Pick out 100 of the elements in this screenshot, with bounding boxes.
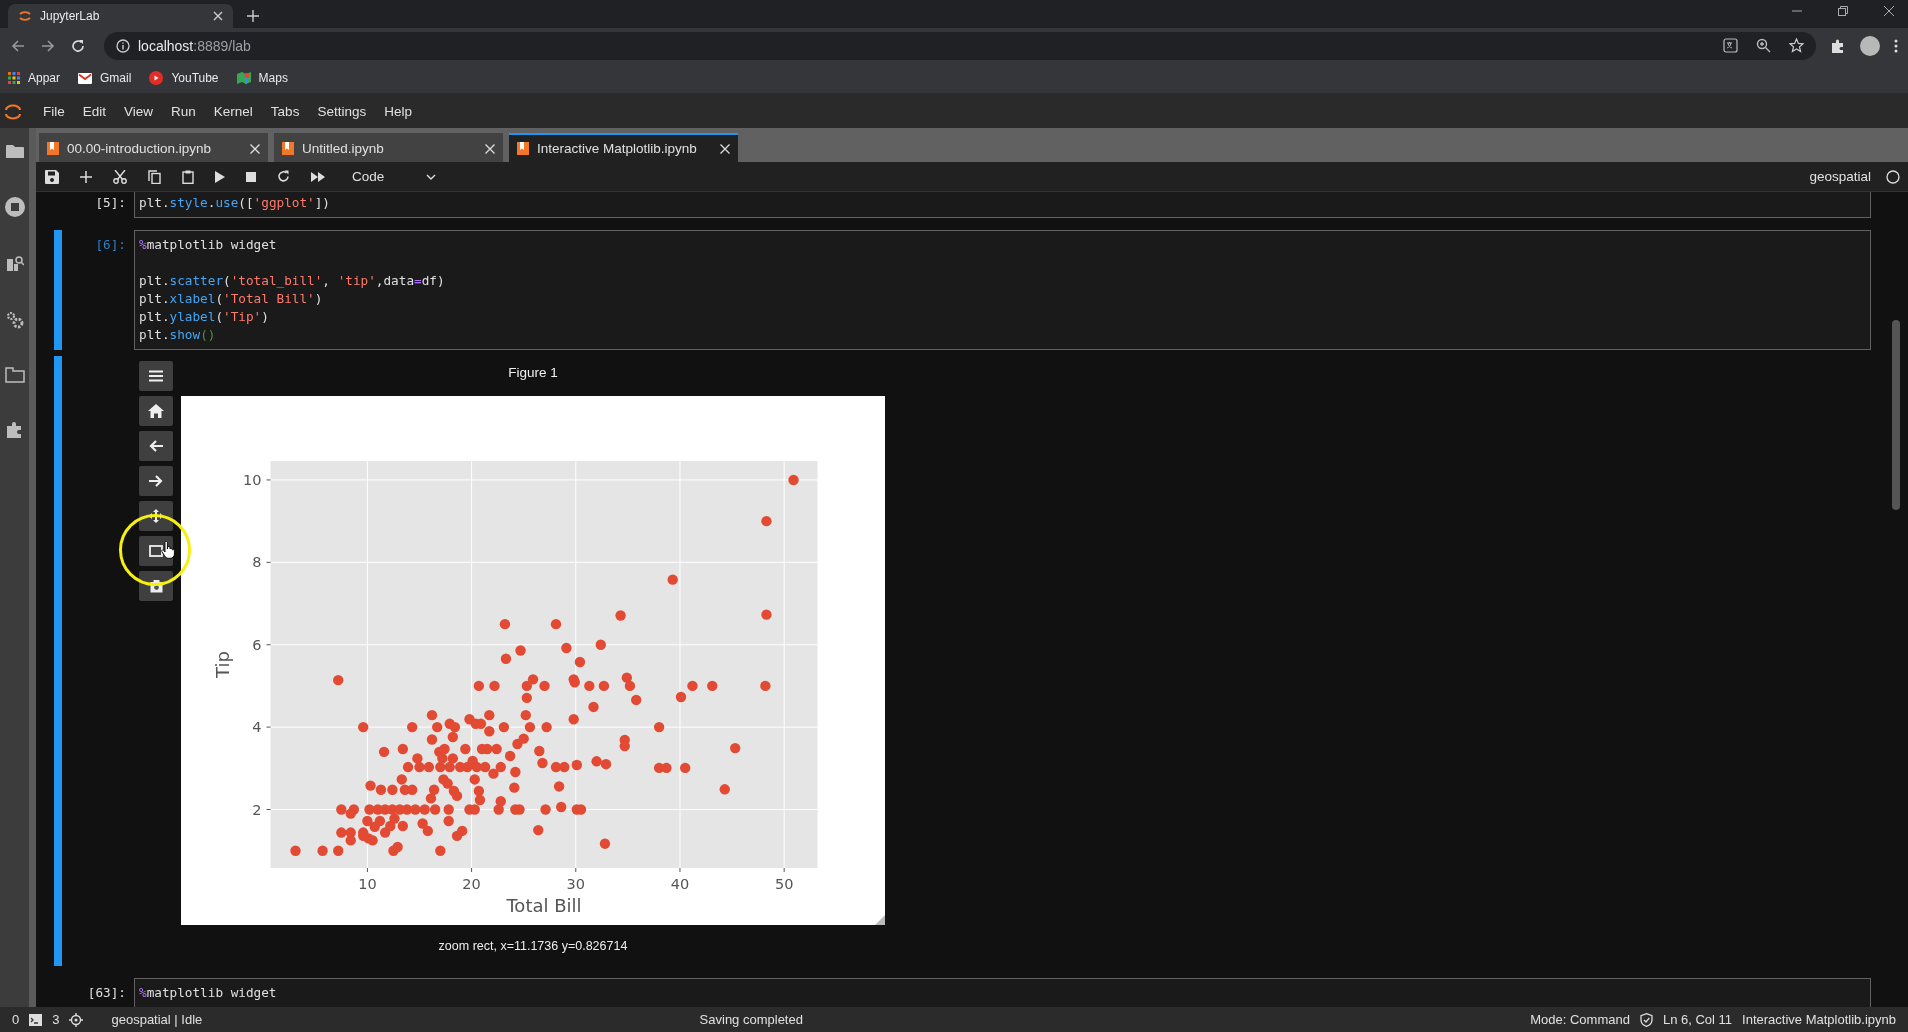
restore-icon[interactable]: [1838, 6, 1848, 16]
execution-count: [63]:: [86, 984, 127, 1002]
menu-item[interactable]: Run: [162, 104, 205, 119]
cell-type-dropdown[interactable]: Code: [348, 167, 441, 186]
menu-icon: [149, 370, 163, 382]
apps-grid-icon: [8, 72, 20, 84]
bookmark[interactable]: YouTube: [149, 71, 219, 85]
back-button[interactable]: [139, 431, 173, 461]
star-icon[interactable]: [1789, 38, 1804, 53]
menu-item[interactable]: Tabs: [261, 104, 309, 119]
zoom-icon[interactable]: [1756, 38, 1771, 53]
stop-icon[interactable]: [246, 171, 256, 182]
bookmark[interactable]: Appar: [8, 71, 61, 85]
active-cell-bar[interactable]: [54, 356, 62, 966]
back-icon[interactable]: [10, 37, 26, 54]
stop-circle-icon[interactable]: [4, 197, 25, 217]
tab-window-icon[interactable]: [4, 367, 25, 383]
menu-item[interactable]: Settings: [308, 104, 376, 119]
execution-count: [5]:: [94, 194, 127, 212]
save-icon[interactable]: [45, 169, 59, 184]
bookmark-label: Appar: [28, 71, 61, 85]
bookmark[interactable]: Maps: [236, 71, 288, 85]
figure-status-message: zoom rect, x=11.1736 y=0.826714: [437, 939, 629, 953]
right-arrow-icon: [149, 475, 163, 487]
paste-icon[interactable]: [182, 169, 194, 184]
notebook-tab[interactable]: 00.00-introduction.ipynb: [39, 133, 268, 162]
notebook-icon: [282, 142, 294, 155]
command-palette-icon[interactable]: [5, 255, 24, 273]
left-arrow-icon: [149, 440, 163, 452]
close-icon[interactable]: [1884, 6, 1894, 16]
cursor-position[interactable]: Ln 6, Col 11: [1662, 1012, 1733, 1027]
file-name: Interactive Matplotlib.ipynb: [1742, 1012, 1896, 1027]
y-tick-label: 10: [243, 471, 262, 488]
menu-item[interactable]: View: [115, 104, 163, 119]
active-cell-bar[interactable]: [54, 230, 62, 350]
kernel-status[interactable]: geospatial | Idle: [111, 1012, 203, 1027]
resize-handle[interactable]: [875, 915, 885, 925]
terminal-count: 0: [12, 1012, 20, 1027]
y-tick-label: 2: [252, 801, 262, 818]
menu-item[interactable]: Kernel: [204, 104, 262, 119]
address-field[interactable]: localhost:8889/lab: [104, 31, 1816, 60]
notebook-tab[interactable]: Interactive Matplotlib.ipynb: [509, 133, 738, 162]
status-message: Saving completed: [698, 1012, 804, 1027]
close-icon[interactable]: [213, 11, 223, 21]
run-icon[interactable]: [215, 170, 225, 183]
y-tick-label: 6: [252, 636, 262, 653]
x-tick-label: 30: [566, 876, 585, 892]
zoom-rectangle-icon: [149, 545, 163, 557]
translate-icon[interactable]: [1723, 38, 1738, 53]
restart-icon[interactable]: [277, 170, 290, 183]
forward-button[interactable]: [139, 466, 173, 496]
mode-indicator[interactable]: Mode: Command: [1530, 1012, 1630, 1027]
forward-icon[interactable]: [40, 37, 56, 54]
save-button[interactable]: [139, 571, 173, 601]
folder-icon[interactable]: [5, 144, 24, 159]
x-tick-label: 50: [774, 876, 794, 892]
scrollbar-thumb[interactable]: [1892, 320, 1900, 510]
shield-check-icon[interactable]: [1639, 1012, 1653, 1027]
bookmark-label: Maps: [258, 71, 288, 85]
hand-cursor-icon: [161, 541, 175, 559]
notebook-icon: [47, 142, 59, 155]
chip-icon[interactable]: [69, 1012, 84, 1027]
mail-icon: [78, 72, 93, 84]
kernel-count: 3: [52, 1012, 60, 1027]
avatar[interactable]: [1860, 35, 1880, 56]
menu-item[interactable]: Help: [375, 104, 421, 119]
bookmark[interactable]: Gmail: [78, 71, 132, 85]
jupyter-logo-icon: [4, 102, 22, 121]
terminal-icon[interactable]: [29, 1013, 43, 1026]
x-tick-label: 40: [670, 876, 690, 892]
x-tick-label: 10: [358, 876, 377, 892]
menu-item[interactable]: Edit: [73, 104, 116, 119]
gears-icon[interactable]: [5, 311, 24, 329]
y-axis-label: Tip: [212, 651, 233, 678]
move-button[interactable]: [139, 501, 173, 531]
fast-forward-icon[interactable]: [311, 171, 325, 182]
browser-tab[interactable]: JupyterLab: [8, 4, 233, 28]
map-icon: [236, 71, 251, 85]
kernel-name[interactable]: geospatial: [1809, 169, 1871, 184]
y-tick-label: 8: [252, 554, 262, 571]
menu-item[interactable]: File: [34, 104, 74, 119]
save-icon: [149, 579, 163, 593]
copy-icon[interactable]: [148, 169, 161, 184]
extensions-icon[interactable]: [1830, 37, 1846, 54]
y-tick-label: 4: [252, 719, 262, 736]
code-editor[interactable]: %matplotlib widget plt.scatter('total_bill', 'tip',data=df) plt.xlabel('Total Bill') plt.ylabel('Tip') plt.show(): [134, 230, 1871, 350]
reload-icon[interactable]: [70, 37, 86, 54]
add-icon[interactable]: [80, 170, 92, 183]
notebook-tab[interactable]: Untitled.ipynb: [274, 133, 503, 162]
bookmark-label: Gmail: [100, 71, 132, 85]
new-tab-icon[interactable]: [247, 10, 259, 22]
play-icon: [149, 71, 164, 85]
home-button[interactable]: [139, 396, 173, 426]
code-editor[interactable]: %matplotlib widget: [134, 978, 1871, 1007]
cut-icon[interactable]: [113, 169, 127, 184]
puzzle-icon[interactable]: [5, 421, 24, 439]
code-editor[interactable]: plt.style.use(['ggplot']): [134, 192, 1871, 218]
menu-icon[interactable]: [1894, 38, 1898, 53]
menu-button[interactable]: [139, 361, 173, 391]
kernel-idle-icon: [1886, 169, 1900, 184]
